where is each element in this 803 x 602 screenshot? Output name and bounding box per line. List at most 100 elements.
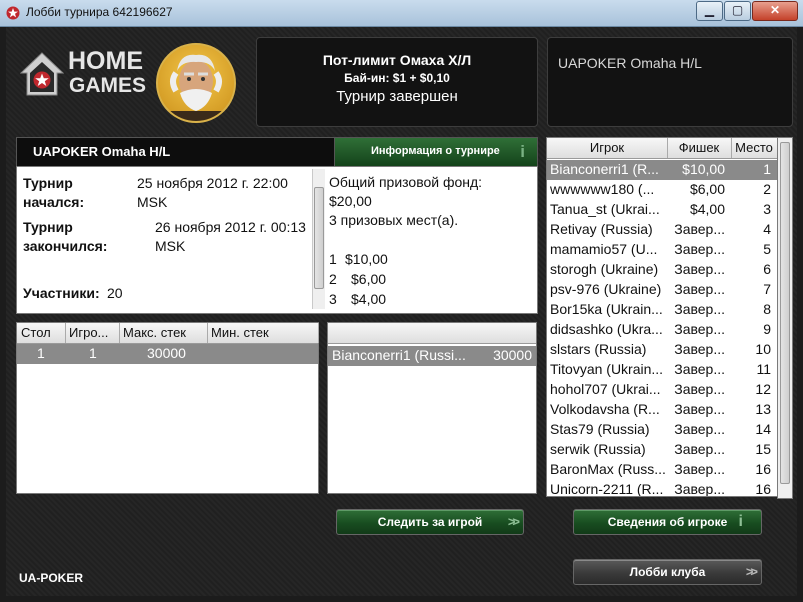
player-name: Volkodavsha (R...	[550, 401, 660, 417]
player-row[interactable]: hohol707 (Ukrai... Завер... 12	[547, 380, 777, 400]
player-chips: Завер...	[674, 241, 725, 257]
player-name: BaronMax (Russ...	[550, 461, 666, 477]
prize-place: 2	[329, 271, 337, 287]
column-header-label: Фишек	[678, 140, 720, 155]
player-name: Tanua_st (Ukrai...	[550, 201, 660, 217]
players-scrollbar[interactable]	[777, 137, 793, 499]
player-row[interactable]: Bianconerri1 (R... $10,00 1	[547, 160, 777, 180]
brand-line-1: HOME	[68, 47, 143, 75]
player-place: 16	[755, 481, 771, 496]
players-column-header[interactable]: Фишек	[667, 138, 732, 158]
tables-header: Стол Игро... Макс. стек Мин. стек	[17, 323, 319, 344]
player-chips: Завер...	[674, 281, 725, 297]
player-row[interactable]: mamamio57 (U... Завер... 5	[547, 240, 777, 260]
prize-pool-label: Общий призовой фонд:	[329, 174, 483, 190]
tournament-status: Турнир завершен	[336, 88, 458, 105]
player-row[interactable]: Bor15ka (Ukrain... Завер... 8	[547, 300, 777, 320]
info-scrollbar-thumb[interactable]	[314, 187, 324, 289]
close-button[interactable]: ✕	[752, 1, 798, 21]
player-chips: Завер...	[674, 321, 725, 337]
brand-line-2: GAMES	[69, 74, 147, 97]
player-name: Unicorn-2211 (R...	[550, 481, 664, 496]
home-games-logo: HOME GAMES	[20, 47, 146, 99]
player-row[interactable]: Retivay (Russia) Завер... 4	[547, 220, 777, 240]
player-row[interactable]: Stas79 (Russia) Завер... 14	[547, 420, 777, 440]
tables-column-header[interactable]: Макс. стек	[119, 323, 208, 343]
player-name: Bianconerri1 (R...	[550, 161, 659, 177]
club-lobby-label: Лобби клуба	[629, 565, 706, 579]
player-chips: Завер...	[674, 461, 725, 477]
column-header-label: Игро...	[69, 325, 109, 340]
prize-list: 1 $10,00 2 $6,00 3 $4,00	[329, 251, 529, 311]
ended-label: Турнир закончился:	[23, 219, 108, 254]
player-chips: Завер...	[674, 441, 725, 457]
player-row[interactable]: didsashko (Ukra... Завер... 9	[547, 320, 777, 340]
club-avatar	[156, 43, 236, 123]
player-place: 12	[755, 381, 771, 397]
player-row[interactable]: Volkodavsha (R... Завер... 13	[547, 400, 777, 420]
started-label: Турнир начался:	[23, 175, 85, 210]
game-buyin: Бай-ин: $1 + $0,10	[344, 71, 450, 85]
started-value: 25 ноября 2012 г. 22:00 MSK	[137, 175, 288, 210]
players-column-header[interactable]: Игрок	[547, 138, 668, 158]
player-row[interactable]: slstars (Russia) Завер... 10	[547, 340, 777, 360]
player-place: 5	[763, 241, 771, 257]
table-max-stack: 30000	[147, 345, 186, 361]
player-row[interactable]: Unicorn-2211 (R... Завер... 16	[547, 480, 777, 496]
player-info-label: Сведения об игроке	[607, 515, 728, 529]
players-scrollbar-thumb[interactable]	[780, 142, 790, 484]
maximize-button[interactable]: ▢	[724, 1, 751, 21]
table-player-row[interactable]: Bianconerri1 (Russi... 30000	[328, 346, 536, 366]
prize-amount: $10,00	[345, 251, 388, 267]
player-row[interactable]: storogh (Ukraine) Завер... 6	[547, 260, 777, 280]
info-i-icon: i	[738, 513, 743, 530]
table-row[interactable]: 1 1 30000	[17, 344, 318, 364]
player-row[interactable]: serwik (Russia) Завер... 15	[547, 440, 777, 460]
minimize-button[interactable]: ▁	[696, 1, 723, 21]
player-row[interactable]: Tanua_st (Ukrai... $4,00 3	[547, 200, 777, 220]
player-place: 2	[763, 181, 771, 197]
player-name: hohol707 (Ukrai...	[550, 381, 661, 397]
table-players-panel: Bianconerri1 (Russi... 30000	[327, 322, 537, 494]
prize-pool-value: $20,00	[329, 193, 372, 209]
info-i-icon: i	[520, 142, 525, 161]
player-chips: Завер...	[674, 421, 725, 437]
table-player-name: Bianconerri1 (Russi...	[332, 347, 466, 363]
game-info-panel: Пот-лимит Омаха Х/Л Бай-ин: $1 + $0,10 Т…	[256, 37, 538, 127]
player-row[interactable]: psv-976 (Ukraine) Завер... 7	[547, 280, 777, 300]
prize-place: 3	[329, 291, 337, 307]
player-place: 6	[763, 261, 771, 277]
tables-column-header[interactable]: Мин. стек	[207, 323, 319, 343]
player-name: serwik (Russia)	[550, 441, 646, 457]
prize-row: 1 $10,00	[329, 251, 529, 271]
lobby-content: HOME GAMES Пот-лимит Омаха Х/Л Бай-ин: $…	[6, 27, 797, 596]
player-row[interactable]: Titovyan (Ukrain... Завер... 11	[547, 360, 777, 380]
tables-column-header[interactable]: Игро...	[65, 323, 120, 343]
players-body: Bianconerri1 (R... $10,00 1 wwwwww180 (... $…	[547, 160, 777, 496]
player-place: 13	[755, 401, 771, 417]
tables-column-header[interactable]: Стол	[17, 323, 66, 343]
club-name: UAPOKER Omaha H/L	[558, 55, 702, 71]
club-lobby-button[interactable]: Лобби клуба >>	[573, 559, 762, 585]
ended-value: 26 ноября 2012 г. 00:13 MSK	[155, 219, 306, 254]
player-chips: $4,00	[689, 201, 725, 217]
table-players-count: 1	[89, 345, 97, 361]
title-bar[interactable]: Лобби турнира 642196627 ▁ ▢ ✕	[0, 0, 803, 27]
column-header-label: Мин. стек	[211, 325, 269, 340]
player-info-button[interactable]: Сведения об игроке i	[573, 509, 762, 535]
player-name: psv-976 (Ukraine)	[550, 281, 662, 297]
info-tab-left[interactable]: UAPOKER Omaha H/L	[16, 137, 337, 167]
player-chips: Завер...	[674, 481, 725, 496]
players-column-header[interactable]: Место	[731, 138, 777, 158]
info-tab-tournament[interactable]: Информация о турнире i	[334, 137, 538, 167]
info-scrollbar[interactable]	[312, 169, 325, 309]
watch-game-button[interactable]: Следить за игрой >>	[336, 509, 524, 535]
player-row[interactable]: BaronMax (Russ... Завер... 16	[547, 460, 777, 480]
prize-amount: $6,00	[351, 271, 387, 287]
players-header: Игрок Фишек Место	[547, 138, 777, 159]
player-place: 4	[763, 221, 771, 237]
house-star-icon	[20, 52, 64, 96]
player-row[interactable]: wwwwww180 (... $6,00 2	[547, 180, 777, 200]
player-name: wwwwww180 (...	[550, 181, 655, 197]
participants-value: 20	[107, 285, 123, 301]
